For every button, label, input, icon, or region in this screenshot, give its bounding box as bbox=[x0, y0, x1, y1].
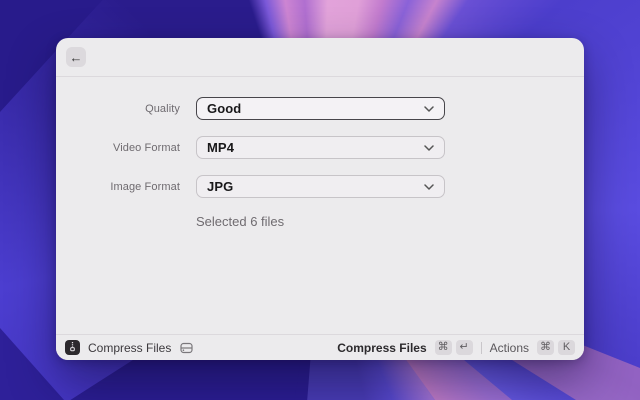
form-content: Quality Good Video Format MP4 Image Form… bbox=[56, 77, 584, 334]
primary-action-button[interactable]: Compress Files ⌘ ↵ bbox=[337, 340, 472, 355]
quality-dropdown[interactable]: Good bbox=[196, 97, 445, 120]
quality-value: Good bbox=[207, 101, 241, 116]
footer-command-title: Compress Files bbox=[88, 341, 171, 355]
compress-files-app-icon bbox=[65, 340, 80, 355]
chevron-down-icon bbox=[424, 145, 434, 151]
back-arrow-icon: ← bbox=[70, 51, 83, 64]
actions-button[interactable]: Actions ⌘ K bbox=[490, 340, 575, 355]
drive-icon bbox=[180, 342, 193, 354]
image-format-label: Image Format bbox=[56, 181, 180, 193]
compress-files-window: ← Quality Good Video Format MP4 Image Fo bbox=[56, 38, 584, 360]
window-header: ← bbox=[56, 38, 584, 77]
chevron-down-icon bbox=[424, 184, 434, 190]
field-row-image-format: Image Format JPG bbox=[56, 175, 584, 198]
window-footer: Compress Files Compress Files ⌘ ↵ Action… bbox=[56, 334, 584, 360]
video-format-value: MP4 bbox=[207, 140, 234, 155]
command-key-icon: ⌘ bbox=[537, 340, 554, 355]
footer-actions: Compress Files ⌘ ↵ Actions ⌘ K bbox=[337, 340, 575, 355]
image-format-value: JPG bbox=[207, 179, 233, 194]
field-row-video-format: Video Format MP4 bbox=[56, 136, 584, 159]
k-key-icon: K bbox=[558, 340, 575, 355]
back-button[interactable]: ← bbox=[66, 47, 86, 67]
selected-files-status: Selected 6 files bbox=[196, 214, 584, 229]
field-row-quality: Quality Good bbox=[56, 97, 584, 120]
return-key-icon: ↵ bbox=[456, 340, 473, 355]
image-format-dropdown[interactable]: JPG bbox=[196, 175, 445, 198]
video-format-dropdown[interactable]: MP4 bbox=[196, 136, 445, 159]
video-format-label: Video Format bbox=[56, 142, 180, 154]
chevron-down-icon bbox=[424, 106, 434, 112]
actions-label: Actions bbox=[490, 341, 529, 355]
command-key-icon: ⌘ bbox=[435, 340, 452, 355]
quality-label: Quality bbox=[56, 103, 180, 115]
primary-action-label: Compress Files bbox=[337, 341, 426, 355]
footer-divider bbox=[481, 342, 482, 354]
